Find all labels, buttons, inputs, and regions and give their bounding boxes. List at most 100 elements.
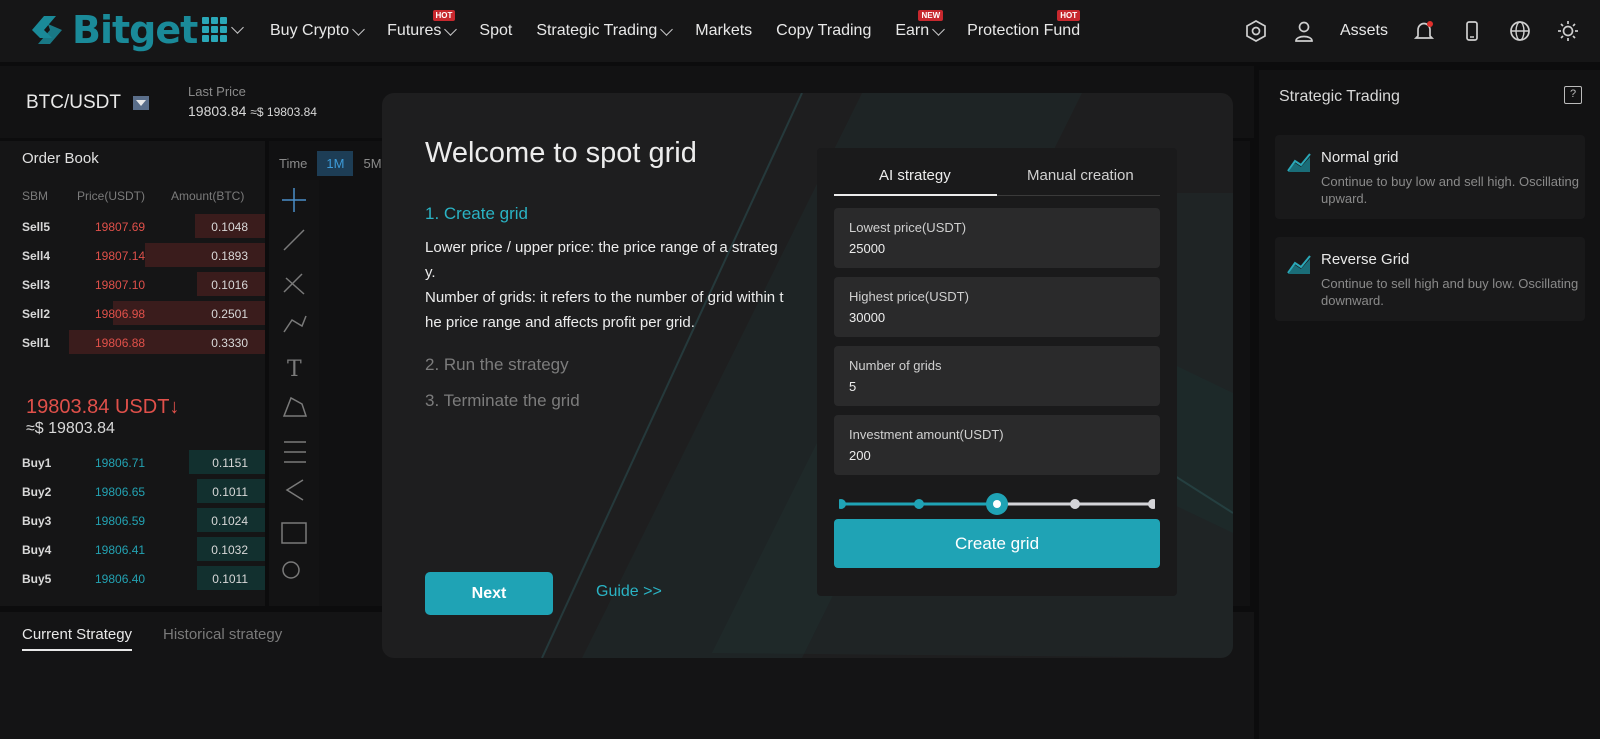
nav-badge: NEW — [918, 10, 944, 21]
order-label: Sell4 — [22, 249, 51, 263]
drawing-tools-icons[interactable]: T — [269, 180, 319, 600]
field-label: Lowest price(USDT) — [849, 220, 967, 235]
nav-item-copy-trading[interactable]: Copy Trading — [776, 22, 871, 40]
step-run-strategy[interactable]: 2. Run the strategy — [425, 355, 569, 375]
create-grid-button[interactable]: Create grid — [834, 519, 1160, 568]
strategic-trading-panel: Strategic Trading ? Normal grid Continue… — [1259, 70, 1600, 739]
grids-desc: Number of grids: it refers to the number… — [425, 289, 784, 331]
investment-amount-field[interactable]: Investment amount(USDT) 200 — [834, 415, 1160, 475]
apps-grid-icon — [202, 17, 227, 42]
slider-stop[interactable] — [1070, 499, 1080, 509]
card-desc: Continue to buy low and sell high. Oscil… — [1321, 174, 1579, 206]
last-price-usd: ≈$ 19803.84 — [250, 105, 317, 119]
modal-title: Welcome to spot grid — [425, 137, 697, 169]
settings-hex-icon[interactable] — [1244, 19, 1268, 43]
pair-selector[interactable]: BTC/USDT — [26, 92, 149, 114]
field-value: 5 — [849, 379, 857, 394]
slider-stop[interactable] — [1148, 499, 1155, 509]
reverse-grid-card[interactable]: Reverse Grid Continue to sell high and b… — [1275, 237, 1585, 321]
tab-manual-creation[interactable]: Manual creation — [1027, 167, 1134, 184]
nav-badge: HOT — [1057, 10, 1081, 21]
tab-ai-strategy[interactable]: AI strategy — [879, 167, 951, 184]
interval-active[interactable]: 1M — [317, 151, 354, 176]
step-terminate-grid[interactable]: 3. Terminate the grid — [425, 391, 580, 411]
nav-item-earn[interactable]: Earn NEW — [895, 10, 946, 40]
nav-badge: HOT — [432, 10, 456, 21]
card-desc: Continue to sell high and buy low. Oscil… — [1321, 276, 1579, 308]
notification-bell-icon[interactable] — [1412, 19, 1436, 43]
order-amount: 0.1024 — [211, 514, 248, 528]
buy-order-row[interactable]: Buy2 19806.65 0.1011 — [0, 479, 265, 505]
active-tab-indicator — [834, 194, 997, 196]
theme-sun-icon[interactable] — [1556, 19, 1580, 43]
step-create-grid[interactable]: 1. Create grid — [425, 204, 528, 224]
normal-grid-card[interactable]: Normal grid Continue to buy low and sell… — [1275, 135, 1585, 219]
apps-menu-button[interactable] — [202, 17, 244, 42]
grid-creation-form: AI strategy Manual creation Lowest price… — [817, 148, 1177, 596]
order-amount: 0.1048 — [211, 220, 248, 234]
order-amount: 0.1016 — [211, 278, 248, 292]
investment-slider[interactable] — [839, 492, 1155, 516]
slider-stop[interactable] — [914, 499, 924, 509]
bitget-logo[interactable]: Bitget — [28, 8, 198, 52]
mid-price: 19803.84 USDT↓ — [26, 396, 180, 418]
nav-item-markets[interactable]: Markets — [695, 22, 752, 40]
interval-next[interactable]: 5M — [363, 156, 381, 171]
lowest-price-field[interactable]: Lowest price(USDT) 25000 — [834, 208, 1160, 268]
tab-current-strategy[interactable]: Current Strategy — [22, 626, 133, 651]
order-price: 19806.65 — [95, 485, 146, 499]
slider-stop[interactable] — [839, 499, 846, 509]
guide-link[interactable]: Guide >> — [596, 583, 662, 601]
buy-order-row[interactable]: Buy1 19806.71 0.1151 — [0, 450, 265, 476]
assets-link[interactable]: Assets — [1340, 22, 1388, 40]
panel-title: Strategic Trading — [1279, 88, 1400, 105]
globe-language-icon[interactable] — [1508, 19, 1532, 43]
number-of-grids-field[interactable]: Number of grids 5 — [834, 346, 1160, 406]
order-price: 19806.71 — [95, 456, 146, 470]
form-tabs: AI strategy Manual creation — [834, 148, 1160, 196]
chevron-down-icon — [444, 22, 458, 36]
order-book-title: Order Book — [22, 150, 99, 167]
sell-order-row[interactable]: Sell2 19806.98 0.2501 — [0, 301, 265, 327]
field-value: 30000 — [849, 310, 886, 325]
field-value: 200 — [849, 448, 871, 463]
sell-order-row[interactable]: Sell1 19806.88 0.3330 — [0, 330, 265, 356]
tab-historical-strategy[interactable]: Historical strategy — [163, 626, 282, 643]
last-price-label: Last Price — [188, 84, 246, 99]
order-label: Sell3 — [22, 278, 51, 292]
pair-name: BTC/USDT — [26, 92, 121, 113]
next-button[interactable]: Next — [425, 572, 553, 615]
nav-item-protection-fund[interactable]: Protection Fund HOT — [967, 10, 1081, 40]
order-price: 19806.88 — [95, 336, 146, 350]
spot-grid-welcome-modal: Welcome to spot grid 1. Create grid Lowe… — [382, 93, 1233, 658]
nav-item-label: Earn — [895, 22, 930, 39]
nav-item-buy-crypto[interactable]: Buy Crypto — [270, 22, 366, 40]
mobile-app-icon[interactable] — [1460, 19, 1484, 43]
order-label: Buy1 — [22, 456, 52, 470]
order-book: Order Book SBM Price(USDT) Amount(BTC) S… — [0, 141, 265, 606]
nav-item-futures[interactable]: Futures HOT — [387, 10, 458, 40]
sell-order-row[interactable]: Sell3 19807.10 0.1016 — [0, 272, 265, 298]
sell-order-row[interactable]: Sell4 19807.14 0.1893 — [0, 243, 265, 269]
sell-order-row[interactable]: Sell5 19807.69 0.1048 — [0, 214, 265, 240]
order-price: 19807.14 — [95, 249, 146, 263]
buy-order-row[interactable]: Buy3 19806.59 0.1024 — [0, 508, 265, 534]
order-label: Buy3 — [22, 514, 52, 528]
order-label: Buy4 — [22, 543, 52, 557]
buy-order-row[interactable]: Buy4 19806.41 0.1032 — [0, 537, 265, 563]
nav-item-strategic-trading[interactable]: Strategic Trading — [536, 22, 674, 40]
buy-order-row[interactable]: Buy5 19806.40 0.1011 — [0, 566, 265, 592]
time-label[interactable]: Time — [279, 156, 307, 171]
user-icon[interactable] — [1292, 19, 1316, 43]
header-amount: Amount(BTC) — [171, 189, 245, 203]
nav-item-spot[interactable]: Spot — [479, 22, 512, 40]
nav-item-label: Buy Crypto — [270, 22, 350, 39]
help-icon[interactable]: ? — [1564, 86, 1582, 104]
order-label: Buy2 — [22, 485, 52, 499]
drawing-toolbar: T — [269, 180, 319, 606]
step-description: Lower price / upper price: the price ran… — [425, 235, 785, 335]
order-price: 19806.98 — [95, 307, 146, 321]
nav-item-label: Protection Fund — [967, 22, 1081, 39]
highest-price-field[interactable]: Highest price(USDT) 30000 — [834, 277, 1160, 337]
last-price: 19803.84 — [188, 103, 247, 119]
